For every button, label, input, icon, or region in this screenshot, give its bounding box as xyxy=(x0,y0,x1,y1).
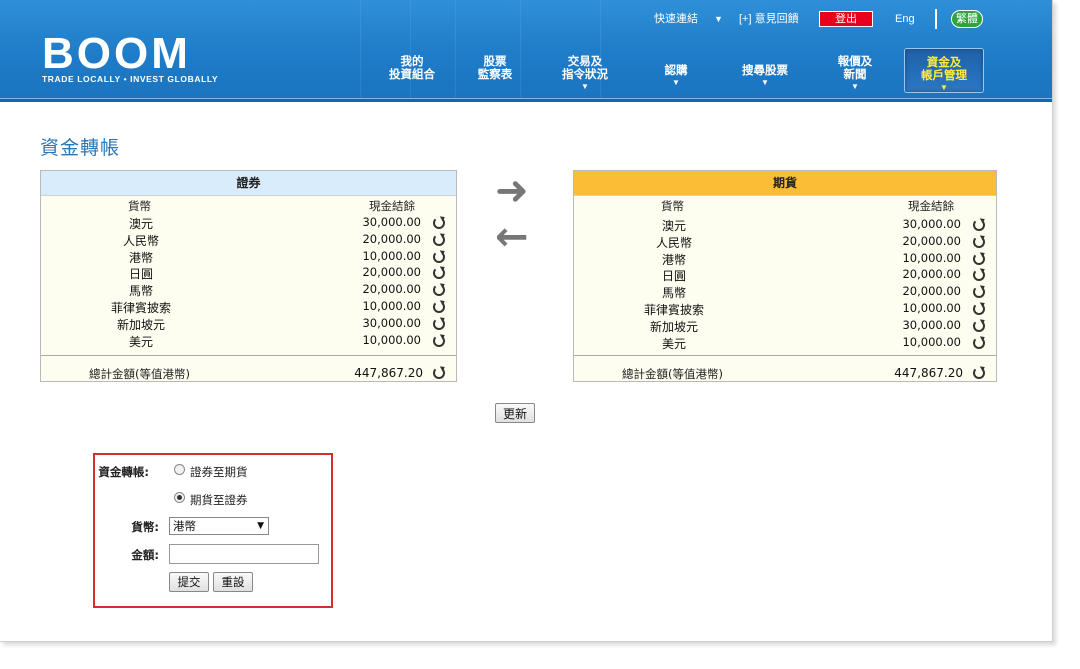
currency-selected-value: 港幣 xyxy=(173,519,196,533)
nav-quotes-news[interactable]: 報價及 新聞 ▼ xyxy=(815,56,895,91)
refresh-icon[interactable] xyxy=(973,302,985,315)
refresh-icon[interactable] xyxy=(433,300,445,313)
table-row: 新加坡元 30,000.00 xyxy=(574,318,996,335)
table-row: 日圓 20,000.00 xyxy=(41,265,456,282)
nav-subscription[interactable]: 認購 ▼ xyxy=(636,65,716,87)
total-value: 447,867.20 xyxy=(894,366,963,380)
table-row: 人民幣 20,000.00 xyxy=(41,232,456,249)
table-row: 美元 10,000.00 xyxy=(41,333,456,350)
arrow-right-icon: ➜ xyxy=(495,168,529,214)
radio-securities-to-futures[interactable] xyxy=(174,464,185,475)
nav-portfolio[interactable]: 我的 投資組合 xyxy=(372,56,452,82)
page-title: 資金轉帳 xyxy=(40,138,121,159)
chevron-down-icon: ▼ xyxy=(851,82,859,91)
table-row: 美元 10,000.00 xyxy=(574,335,996,352)
panel-divider xyxy=(574,355,996,356)
header-underline xyxy=(0,98,1052,102)
reset-button[interactable]: 重設 xyxy=(213,572,253,592)
table-row: 日圓 20,000.00 xyxy=(574,267,996,284)
table-row: 馬幣 20,000.00 xyxy=(574,284,996,301)
table-row: 馬幣 20,000.00 xyxy=(41,282,456,299)
amount-input[interactable] xyxy=(169,544,319,564)
feedback-link[interactable]: [+] 意見回饋 xyxy=(739,10,799,28)
refresh-icon[interactable] xyxy=(973,235,985,248)
table-row: 澳元 30,000.00 xyxy=(41,215,456,232)
quick-links-link[interactable]: 快速連結 xyxy=(654,10,698,28)
submit-button[interactable]: 提交 xyxy=(169,572,209,592)
balance-column-header: 現金結餘 xyxy=(908,199,954,213)
amount-label: 金額: xyxy=(131,548,159,562)
refresh-icon[interactable] xyxy=(973,367,985,379)
balance-column-header: 現金結餘 xyxy=(369,199,415,213)
nav-stock-search[interactable]: 搜尋股票 ▼ xyxy=(725,65,805,87)
refresh-icon[interactable] xyxy=(433,317,445,330)
currency-label: 貨幣: xyxy=(131,520,159,534)
fund-transfer-form: 資金轉帳: 證券至期貨 期貨至證券 貨幣: 港幣 ▼ 金額: 提交 重設 xyxy=(93,453,333,608)
lang-english-link[interactable]: Eng xyxy=(895,10,915,28)
chevron-down-icon: ▼ xyxy=(257,521,264,531)
nav-trading-orders[interactable]: 交易及 指令狀況 ▼ xyxy=(545,56,625,91)
refresh-icon[interactable] xyxy=(973,286,985,299)
browser-page: BOOM TRADE LOCALLY • INVEST GLOBALLY 快速連… xyxy=(0,0,1053,642)
table-row: 港幣 10,000.00 xyxy=(574,251,996,268)
chevron-down-icon: ▼ xyxy=(940,83,948,92)
chevron-down-icon[interactable]: ▼ xyxy=(714,10,723,28)
chevron-down-icon: ▼ xyxy=(761,78,769,87)
arrow-left-icon: ← xyxy=(495,214,529,260)
currency-select[interactable]: 港幣 ▼ xyxy=(169,517,269,535)
nav-funds-account[interactable]: 資金及 帳戶管理 ▼ xyxy=(904,48,984,93)
nav-watchlist[interactable]: 股票 監察表 xyxy=(455,56,535,82)
site-header: BOOM TRADE LOCALLY • INVEST GLOBALLY 快速連… xyxy=(0,0,1052,98)
table-row: 菲律賓披索 10,000.00 xyxy=(41,299,456,316)
refresh-icon[interactable] xyxy=(433,367,445,379)
table-row: 澳元 30,000.00 xyxy=(574,217,996,234)
radio-futures-to-securities[interactable] xyxy=(174,492,185,503)
lang-separator xyxy=(935,9,937,29)
refresh-icon[interactable] xyxy=(973,336,985,349)
refresh-icon[interactable] xyxy=(433,284,445,297)
refresh-icon[interactable] xyxy=(973,269,985,282)
total-label: 總計金額(等值港幣) xyxy=(89,367,190,381)
refresh-icon[interactable] xyxy=(973,219,985,231)
chevron-down-icon: ▼ xyxy=(672,78,680,87)
refresh-icon[interactable] xyxy=(433,217,445,229)
securities-balance-panel: 證券 貨幣 現金結餘 澳元 30,000.00 人民幣 20,000.00 港幣 10… xyxy=(40,170,457,382)
transfer-direction-arrows: ➜ ← xyxy=(495,168,537,262)
futures-balance-panel: 期貨 貨幣 現金結餘 澳元 30,000.00 人民幣 20,000.00 港幣 10… xyxy=(573,170,997,382)
refresh-icon[interactable] xyxy=(433,233,445,246)
futures-panel-title: 期貨 xyxy=(574,171,996,196)
logout-button[interactable]: 登出 xyxy=(819,11,873,27)
securities-panel-title: 證券 xyxy=(41,171,456,196)
currency-column-header: 貨幣 xyxy=(128,199,151,213)
update-button[interactable]: 更新 xyxy=(495,403,535,423)
radio-label-securities-to-futures[interactable]: 證券至期貨 xyxy=(190,464,248,480)
main-nav: 我的 投資組合 股票 監察表 交易及 指令狀況 ▼ 認購 ▼ 搜尋股票 ▼ 報價… xyxy=(0,48,1052,94)
panel-divider xyxy=(41,355,456,356)
transfer-direction-label: 資金轉帳: xyxy=(98,465,149,479)
table-row: 菲律賓披索 10,000.00 xyxy=(574,301,996,318)
table-row: 港幣 10,000.00 xyxy=(41,249,456,266)
table-row: 新加坡元 30,000.00 xyxy=(41,316,456,333)
currency-column-header: 貨幣 xyxy=(661,199,684,213)
total-label: 總計金額(等值港幣) xyxy=(622,367,723,381)
refresh-icon[interactable] xyxy=(433,334,445,347)
lang-traditional-chinese-link[interactable]: 繁體 xyxy=(951,10,983,28)
radio-label-futures-to-securities[interactable]: 期貨至證券 xyxy=(190,492,248,508)
total-value: 447,867.20 xyxy=(354,366,423,380)
chevron-down-icon: ▼ xyxy=(581,82,589,91)
refresh-icon[interactable] xyxy=(973,319,985,332)
refresh-icon[interactable] xyxy=(433,250,445,263)
table-row: 人民幣 20,000.00 xyxy=(574,234,996,251)
refresh-icon[interactable] xyxy=(973,252,985,265)
refresh-icon[interactable] xyxy=(433,267,445,280)
